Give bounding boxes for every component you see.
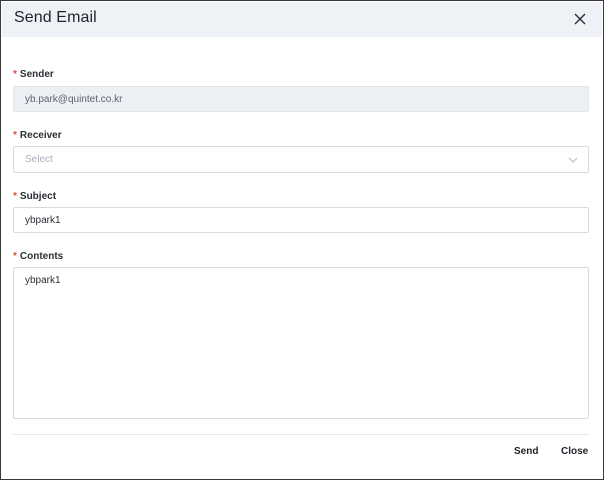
required-mark: * <box>13 191 17 202</box>
chevron-down-icon[interactable] <box>568 156 578 164</box>
contents-label-text: Contents <box>19 251 64 262</box>
subject-value: ybpark1 <box>25 214 61 226</box>
sender-label-text: Sender <box>19 69 54 80</box>
required-mark: * <box>13 69 17 80</box>
dialog-title: Send Email <box>14 9 97 26</box>
sender-label: * Sender <box>13 69 54 80</box>
receiver-label-text: Receiver <box>19 130 62 141</box>
send-email-dialog: Send Email * Sender yb.park@quintet.co.kr… <box>0 0 604 480</box>
subject-label: * Subject <box>13 191 56 202</box>
subject-label-text: Subject <box>19 191 57 202</box>
sender-field: yb.park@quintet.co.kr <box>13 86 589 112</box>
contents-value: ybpark1 <box>25 275 61 286</box>
close-icon[interactable] <box>572 11 588 27</box>
receiver-placeholder: Select <box>25 154 53 165</box>
sender-value: yb.park@quintet.co.kr <box>25 93 123 105</box>
close-button[interactable]: Close <box>561 446 588 457</box>
footer-divider <box>13 434 589 435</box>
receiver-select[interactable]: Select <box>13 146 589 173</box>
contents-label: * Contents <box>13 251 63 262</box>
receiver-label: * Receiver <box>13 130 62 141</box>
subject-input[interactable]: ybpark1 <box>13 207 589 233</box>
contents-textarea[interactable]: ybpark1 <box>13 267 589 419</box>
required-mark: * <box>13 251 17 262</box>
dialog-header: Send Email <box>2 2 602 37</box>
required-mark: * <box>13 130 17 141</box>
send-button[interactable]: Send <box>514 446 538 457</box>
